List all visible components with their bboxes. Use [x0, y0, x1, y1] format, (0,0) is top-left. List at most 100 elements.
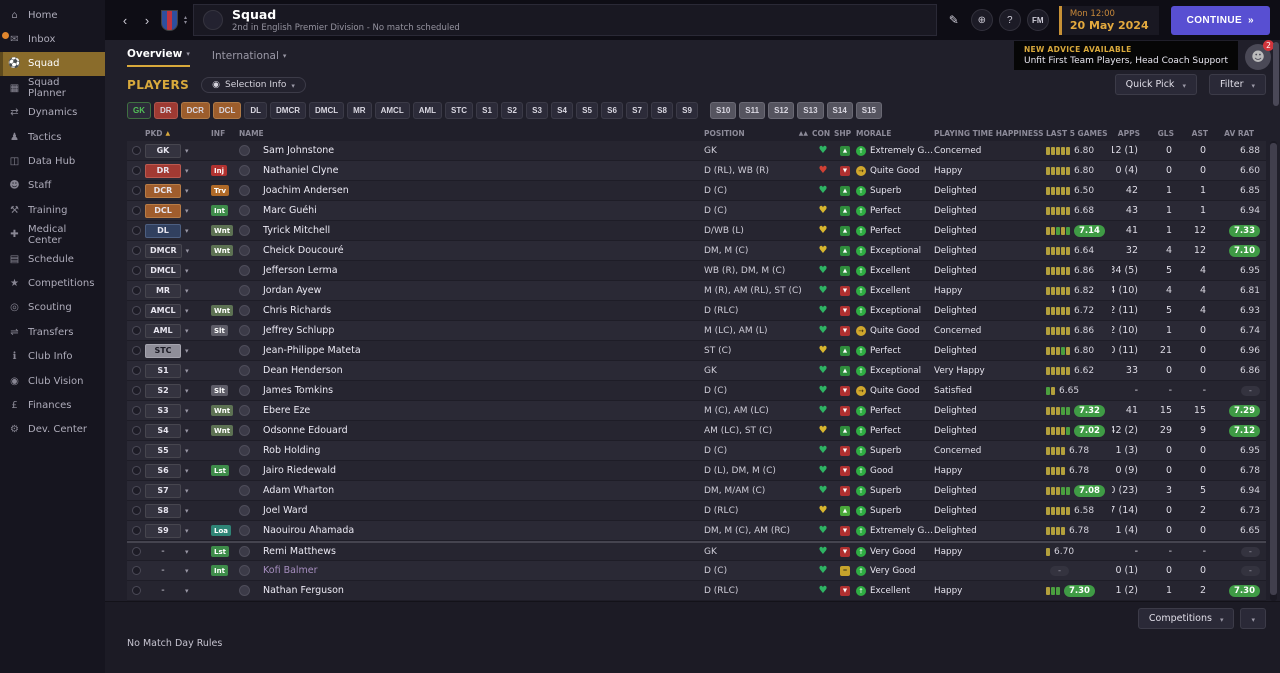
sidebar-item-club-info[interactable]: ℹ Club Info	[0, 344, 105, 368]
position-filter-dcr[interactable]: DCR	[180, 102, 210, 119]
pkd-dropdown[interactable]: S6 ▾	[145, 461, 211, 480]
pkd-dropdown[interactable]: - ▾	[145, 561, 211, 580]
player-row[interactable]: S7 ▾ Adam Wharton DM, M/AM (C) ♥ ▼ ↑ Superb Deli…	[127, 481, 1266, 501]
position-filter-s15[interactable]: S15	[855, 102, 882, 119]
position-filter-s8[interactable]: S8	[651, 102, 674, 119]
player-name[interactable]: Nathan Ferguson	[257, 581, 704, 600]
sidebar-item-squad[interactable]: ⚽ Squad	[0, 51, 105, 77]
pkd-dropdown[interactable]: S7 ▾	[145, 481, 211, 500]
player-row[interactable]: DCL ▾ Int Marc Guéhi D (C) ♥ ▲ ↑ Perfect Delighte…	[127, 201, 1266, 221]
tab-overview[interactable]: Overview ▾	[127, 48, 190, 67]
player-name[interactable]: Jeffrey Schlupp	[257, 321, 704, 340]
sidebar-item-medical-center[interactable]: ✚ Medical Center	[0, 223, 105, 247]
player-row[interactable]: S8 ▾ Joel Ward D (RLC) ♥ ▲ ↑ Superb Delighted 6.5…	[127, 501, 1266, 521]
position-filter-gk[interactable]: GK	[127, 102, 151, 119]
row-select-circle[interactable]	[127, 441, 145, 460]
player-row[interactable]: DL ▾ Wnt Tyrick Mitchell D/WB (L) ♥ ▲ ↑ Perfect D…	[127, 221, 1266, 241]
pkd-dropdown[interactable]: DCL ▾	[145, 201, 211, 220]
column-header-ast[interactable]: AST	[1186, 129, 1220, 138]
sidebar-item-home[interactable]: ⌂ Home	[0, 3, 105, 27]
sidebar-item-club-vision[interactable]: ◉ Club Vision	[0, 369, 105, 393]
position-filter-s7[interactable]: S7	[626, 102, 649, 119]
player-name[interactable]: Joel Ward	[257, 501, 704, 520]
column-header-apps[interactable]: APPS	[1112, 129, 1152, 138]
column-header-last-5-games[interactable]: LAST 5 GAMES	[1046, 129, 1112, 138]
row-select-circle[interactable]	[127, 161, 145, 180]
row-select-circle[interactable]	[127, 543, 145, 560]
player-name[interactable]: Odsonne Edouard	[257, 421, 704, 440]
position-filter-dl[interactable]: DL	[244, 102, 268, 119]
continue-button[interactable]: CONTINUE »	[1170, 5, 1270, 35]
position-filter-s5[interactable]: S5	[576, 102, 599, 119]
position-filter-s2[interactable]: S2	[501, 102, 524, 119]
column-header-pkd[interactable]: PKD ▲	[145, 129, 211, 138]
column-header-inf[interactable]: INF	[211, 129, 239, 138]
player-row[interactable]: S4 ▾ Wnt Odsonne Edouard AM (LC), ST (C) ♥ ▲ ↑ P…	[127, 421, 1266, 441]
pkd-dropdown[interactable]: DL ▾	[145, 221, 211, 240]
row-select-circle[interactable]	[127, 521, 145, 540]
position-filter-s6[interactable]: S6	[601, 102, 624, 119]
player-row[interactable]: - ▾ Lst Remi Matthews GK ♥ ▼ ↑ Very Good Happy 6.7…	[127, 541, 1266, 561]
advice-panel[interactable]: NEW ADVICE AVAILABLE Unfit First Team Pl…	[1013, 41, 1238, 70]
position-filter-s11[interactable]: S11	[739, 102, 766, 119]
player-name[interactable]: Sam Johnstone	[257, 141, 704, 160]
sidebar-item-tactics[interactable]: ♟ Tactics	[0, 125, 105, 149]
help-icon[interactable]: ?	[998, 9, 1021, 31]
player-name[interactable]: Nathaniel Clyne	[257, 161, 704, 180]
position-filter-s4[interactable]: S4	[551, 102, 574, 119]
pkd-dropdown[interactable]: S9 ▾	[145, 521, 211, 540]
sidebar-item-inbox[interactable]: ✉ Inbox	[0, 27, 105, 51]
column-header-playing-time-happiness[interactable]: PLAYING TIME HAPPINESS	[934, 129, 1046, 138]
player-name[interactable]: Kofi Balmer	[257, 561, 704, 580]
position-filter-dmcl[interactable]: DMCL	[309, 102, 345, 119]
row-select-circle[interactable]	[127, 241, 145, 260]
row-select-circle[interactable]	[127, 421, 145, 440]
player-row[interactable]: DMCL ▾ Jefferson Lerma WB (R), DM, M (C) ♥ ▲ ↑…	[127, 261, 1266, 281]
player-name[interactable]: Jordan Ayew	[257, 281, 704, 300]
row-select-circle[interactable]	[127, 361, 145, 380]
table-scrollbar[interactable]	[1270, 141, 1277, 601]
position-filter-dr[interactable]: DR	[154, 102, 178, 119]
player-row[interactable]: MR ▾ Jordan Ayew M (R), AM (RL), ST (C) ♥ ▼ ↑ E…	[127, 281, 1266, 301]
crest-carets-icon[interactable]: ▴ ▾	[184, 15, 187, 26]
column-header-gls[interactable]: GLS	[1152, 129, 1186, 138]
position-filter-s13[interactable]: S13	[797, 102, 824, 119]
player-row[interactable]: - ▾ Nathan Ferguson D (RLC) ♥ ▼ ↑ Excellent Happ…	[127, 581, 1266, 601]
pkd-dropdown[interactable]: S3 ▾	[145, 401, 211, 420]
world-icon[interactable]: ⊕	[970, 9, 993, 31]
pkd-dropdown[interactable]: AMCL ▾	[145, 301, 211, 320]
position-filter-s14[interactable]: S14	[826, 102, 853, 119]
pkd-dropdown[interactable]: DMCL ▾	[145, 261, 211, 280]
pkd-dropdown[interactable]: S2 ▾	[145, 381, 211, 400]
player-name[interactable]: Remi Matthews	[257, 543, 704, 560]
row-select-circle[interactable]	[127, 201, 145, 220]
player-name[interactable]: Jean-Philippe Mateta	[257, 341, 704, 360]
player-name[interactable]: Jefferson Lerma	[257, 261, 704, 280]
row-select-circle[interactable]	[127, 381, 145, 400]
player-row[interactable]: AML ▾ Slt Jeffrey Schlupp M (LC), AM (L) ♥ ▼ → Q…	[127, 321, 1266, 341]
sidebar-item-competitions[interactable]: ★ Competitions	[0, 271, 105, 295]
pkd-dropdown[interactable]: DCR ▾	[145, 181, 211, 200]
player-row[interactable]: GK ▾ Sam Johnstone GK ♥ ▲ ↑ Extremely Good Conce…	[127, 141, 1266, 161]
player-name[interactable]: Jairo Riedewald	[257, 461, 704, 480]
player-name[interactable]: Cheick Doucouré	[257, 241, 704, 260]
pkd-dropdown[interactable]: DMCR ▾	[145, 241, 211, 260]
quick-pick-button[interactable]: Quick Pick ▾	[1114, 74, 1197, 95]
position-filter-s9[interactable]: S9	[676, 102, 699, 119]
player-name[interactable]: Chris Richards	[257, 301, 704, 320]
row-select-circle[interactable]	[127, 261, 145, 280]
player-name[interactable]: Joachim Andersen	[257, 181, 704, 200]
pkd-dropdown[interactable]: GK ▾	[145, 141, 211, 160]
row-select-circle[interactable]	[127, 501, 145, 520]
expand-dropdown[interactable]: ▾	[1240, 608, 1266, 629]
row-select-circle[interactable]	[127, 581, 145, 600]
sidebar-item-transfers[interactable]: ⇌ Transfers	[0, 320, 105, 344]
player-name[interactable]: Adam Wharton	[257, 481, 704, 500]
player-name[interactable]: James Tomkins	[257, 381, 704, 400]
position-filter-dmcr[interactable]: DMCR	[270, 102, 307, 119]
sidebar-item-squad-planner[interactable]: ▦ Squad Planner	[0, 76, 105, 100]
column-header-avrat[interactable]: AV RAT	[1220, 129, 1266, 138]
column-header-con[interactable]: CON	[812, 129, 834, 138]
sidebar-item-schedule[interactable]: ▤ Schedule	[0, 247, 105, 271]
sidebar-item-finances[interactable]: £ Finances	[0, 393, 105, 417]
